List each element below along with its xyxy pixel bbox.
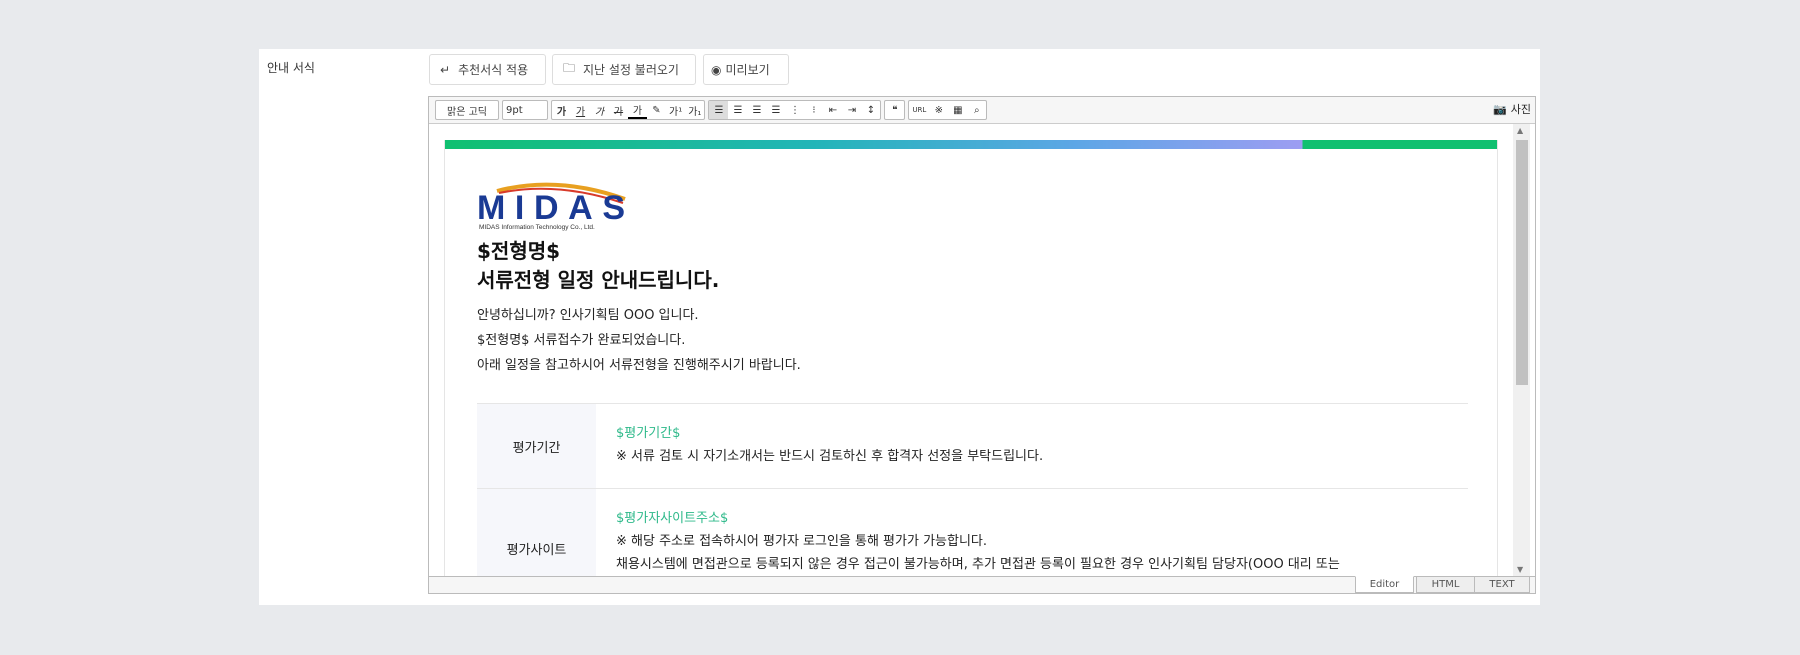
body-line: $전형명$ 서류접수가 완료되었습니다.	[477, 333, 686, 348]
scroll-down-icon[interactable]: ▼	[1517, 565, 1523, 574]
form-panel: 안내 서식 ↵ 추천서식 적용 🗀 지난 설정 불러오기 ◉ 미리보기 맑은 고딕 9…	[259, 49, 1540, 605]
row-text: 채용시스템에 면접관으로 등록되지 않은 경우 접근이 불가능하며, 추가 면접…	[616, 557, 1340, 572]
template-variable: $평가기간$	[616, 426, 681, 441]
return-icon: ↵	[440, 62, 451, 77]
svg-text:MIDAS: MIDAS	[477, 189, 625, 227]
camera-icon: 📷	[1493, 102, 1507, 116]
tab-html[interactable]: HTML	[1416, 576, 1475, 593]
heading-subtitle: 서류전형 일정 안내드립니다.	[477, 268, 720, 292]
rich-text-editor: 맑은 고딕 9pt 가 가 가 가 가 ✎ 가¹ 가₁ ☰ ☰ ☰ ☰ ⋮ ⁝ …	[428, 96, 1536, 594]
align-center-icon[interactable]: ☰	[728, 101, 747, 119]
editor-toolbar: 맑은 고딕 9pt 가 가 가 가 가 ✎ 가¹ 가₁ ☰ ☰ ☰ ☰ ⋮ ⁝ …	[429, 97, 1535, 124]
folder-icon: 🗀	[563, 61, 576, 75]
quote-button[interactable]: ❝	[885, 101, 904, 119]
email-template: MIDAS MIDAS Information Technology Co., …	[444, 140, 1498, 576]
highlight-icon[interactable]: ✎	[647, 101, 666, 119]
row-text: ※ 해당 주소로 접속하시어 평가자 로그인을 통해 평가가 가능합니다.	[616, 534, 988, 549]
heading-title: $전형명$	[477, 239, 561, 263]
schedule-table: 평가기간 $평가기간$ ※ 서류 검토 시 자기소개서는 반드시 검토하신 후 합…	[477, 403, 1468, 576]
photo-button[interactable]: 📷 사진	[1493, 101, 1531, 117]
align-right-icon[interactable]: ☰	[747, 101, 766, 119]
bullet-list-icon[interactable]: ⁝	[804, 101, 823, 119]
tab-editor[interactable]: Editor	[1355, 576, 1414, 593]
strike-button[interactable]: 가	[609, 101, 628, 119]
row-label: 평가기간	[477, 404, 596, 488]
size-select[interactable]: 9pt	[503, 101, 547, 119]
align-left-icon[interactable]: ☰	[709, 101, 729, 119]
preview-button[interactable]: ◉ 미리보기	[703, 54, 789, 85]
tab-text[interactable]: TEXT	[1474, 576, 1530, 593]
body-line: 안녕하십니까? 인사기획팀 OOO 입니다.	[477, 308, 699, 323]
body-line: 아래 일정을 참고하시어 서류전형을 진행해주시기 바랍니다.	[477, 358, 801, 373]
special-char-button[interactable]: ※	[929, 101, 948, 119]
search-icon[interactable]: ⌕	[967, 101, 986, 119]
bold-button[interactable]: 가	[552, 101, 571, 119]
editor-mode-tabs: Editor HTML TEXT	[429, 576, 1535, 593]
table-icon[interactable]: ▦	[948, 101, 967, 119]
subscript-button[interactable]: 가₁	[685, 101, 704, 119]
vertical-scrollbar[interactable]: ▲ ▼	[1513, 124, 1530, 576]
line-height-icon[interactable]: ↕	[861, 101, 880, 119]
button-label: 지난 설정 불러오기	[583, 63, 679, 77]
eye-icon: ◉	[711, 62, 722, 77]
svg-text:MIDAS Information Technology C: MIDAS Information Technology Co., Ltd.	[479, 224, 595, 231]
underline-button[interactable]: 가	[571, 101, 590, 119]
scroll-up-icon[interactable]: ▲	[1517, 126, 1523, 135]
justify-icon[interactable]: ☰	[766, 101, 785, 119]
midas-logo: MIDAS MIDAS Information Technology Co., …	[477, 179, 627, 231]
row-content: $평가기간$ ※ 서류 검토 시 자기소개서는 반드시 검토하신 후 합격자 선정…	[596, 404, 1468, 488]
photo-label: 사진	[1510, 103, 1531, 116]
scroll-thumb[interactable]	[1516, 140, 1528, 385]
link-button[interactable]: URL	[909, 101, 929, 119]
button-label: 미리보기	[725, 63, 770, 77]
row-content: $평가자사이트주소$ ※ 해당 주소로 접속하시어 평가자 로그인을 통해 평가가…	[596, 489, 1468, 576]
editor-content[interactable]: MIDAS MIDAS Information Technology Co., …	[429, 124, 1535, 576]
indent-icon[interactable]: ⇥	[842, 101, 861, 119]
button-label: 추천서식 적용	[458, 63, 529, 77]
template-variable: $평가자사이트주소$	[616, 511, 729, 526]
font-color-button[interactable]: 가	[628, 101, 647, 119]
table-row: 평가기간 $평가기간$ ※ 서류 검토 시 자기소개서는 반드시 검토하신 후 합…	[477, 404, 1468, 489]
outdent-icon[interactable]: ⇤	[823, 101, 842, 119]
load-last-settings-button[interactable]: 🗀 지난 설정 불러오기	[552, 54, 696, 85]
row-label: 평가사이트	[477, 489, 596, 576]
field-label: 안내 서식	[267, 61, 315, 75]
font-select[interactable]: 맑은 고딕	[436, 101, 498, 119]
table-row: 평가사이트 $평가자사이트주소$ ※ 해당 주소로 접속하시어 평가자 로그인을 …	[477, 489, 1468, 576]
superscript-button[interactable]: 가¹	[666, 101, 685, 119]
apply-recommended-button[interactable]: ↵ 추천서식 적용	[429, 54, 546, 85]
italic-button[interactable]: 가	[590, 101, 609, 119]
ordered-list-icon[interactable]: ⋮	[785, 101, 804, 119]
gradient-bar	[445, 140, 1497, 149]
row-text: ※ 서류 검토 시 자기소개서는 반드시 검토하신 후 합격자 선정을 부탁드립…	[616, 449, 1044, 464]
